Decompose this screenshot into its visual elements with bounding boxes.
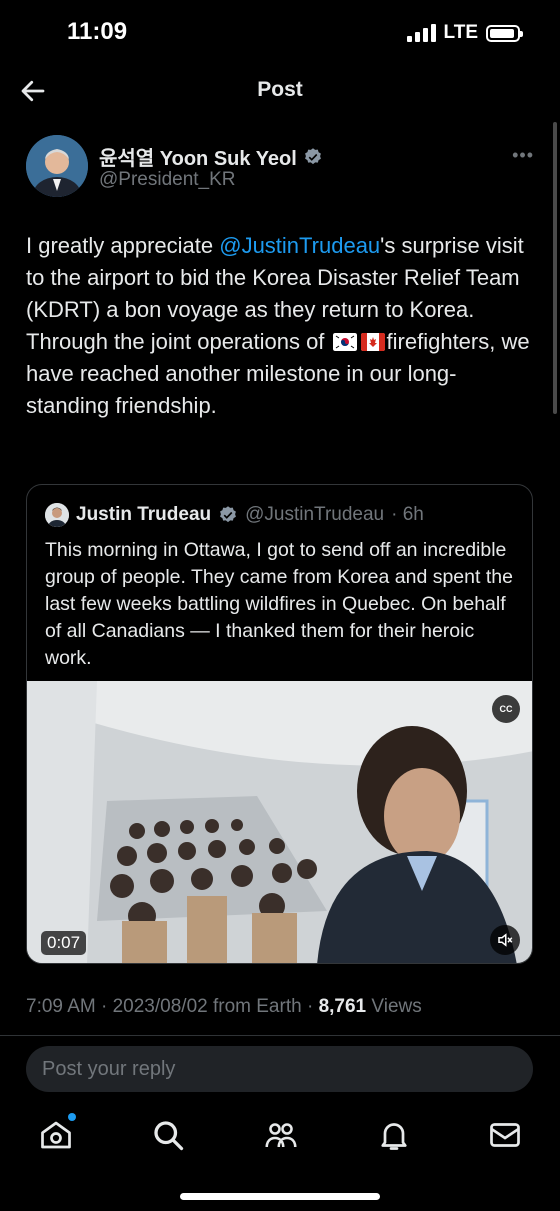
verified-badge-icon (304, 147, 321, 164)
video-player[interactable]: CC 0:07 (27, 681, 532, 963)
canada-flag-icon (360, 333, 385, 351)
video-frame (27, 681, 532, 963)
author-handle[interactable]: @President_KR (99, 169, 236, 191)
tab-search[interactable] (150, 1117, 186, 1153)
notification-dot (68, 1113, 76, 1121)
page-title: Post (257, 78, 303, 101)
views-label: Views (371, 996, 422, 1017)
signal-icon (406, 24, 436, 42)
tab-notifications[interactable] (376, 1117, 412, 1153)
tab-communities[interactable] (263, 1117, 299, 1153)
quoted-author-name: Justin Trudeau (76, 504, 212, 525)
mute-icon (498, 933, 513, 947)
battery-icon (486, 24, 523, 42)
post-paragraph-2: Through the joint operations of firefigh… (26, 326, 536, 422)
post-date: · 2023/08/02 from Earth · (101, 996, 314, 1017)
post-time: 7:09 AM (26, 996, 96, 1017)
bell-icon (381, 1123, 407, 1150)
quoted-post-time: · 6h (391, 504, 424, 525)
avatar[interactable] (26, 135, 88, 197)
quoted-avatar (45, 503, 69, 527)
quoted-post[interactable]: Justin Trudeau @JustinTrudeau · 6h This … (26, 484, 533, 964)
verified-badge-icon (220, 506, 237, 523)
top-bar: Post (0, 64, 560, 120)
quoted-post-text: This morning in Ottawa, I got to send of… (45, 539, 513, 669)
home-icon (41, 1121, 71, 1149)
video-duration: 0:07 (41, 931, 87, 955)
post-author: 윤석열 Yoon Suk Yeol @President_KR ••• (26, 135, 536, 199)
network-label: LTE (443, 22, 478, 43)
divider (0, 1035, 560, 1036)
quoted-post-header: Justin Trudeau @JustinTrudeau · 6h (45, 503, 424, 527)
post-text-segment: Through the joint operations of (26, 329, 331, 354)
post-text-segment: I greatly appreciate (26, 233, 220, 258)
scroll-indicator[interactable] (553, 122, 557, 414)
post-text: I greatly appreciate @JustinTrudeau's su… (26, 230, 536, 422)
post-paragraph-1: I greatly appreciate @JustinTrudeau's su… (26, 230, 536, 326)
mute-button[interactable] (490, 925, 520, 955)
mail-icon (490, 1123, 520, 1147)
more-options-icon[interactable]: ••• (512, 145, 534, 166)
view-count: 8,761 (318, 996, 367, 1017)
status-time: 11:09 (67, 18, 128, 45)
communities-icon (265, 1123, 297, 1148)
tab-messages[interactable] (487, 1117, 523, 1153)
author-name-line: 윤석열 Yoon Suk Yeol (99, 142, 323, 171)
reply-input[interactable] (26, 1046, 533, 1092)
quoted-author-handle: @JustinTrudeau (245, 504, 385, 525)
post-meta: 7:09 AM · 2023/08/02 from Earth · 8,761 … (26, 996, 422, 1018)
home-indicator[interactable] (180, 1193, 380, 1200)
author-name[interactable]: 윤석열 Yoon Suk Yeol (99, 142, 297, 171)
status-right: LTE (406, 22, 523, 44)
south-korea-flag-icon (332, 333, 357, 351)
status-bar: 11:09 LTE (0, 0, 560, 64)
mention-link[interactable]: @JustinTrudeau (219, 233, 380, 258)
search-icon (154, 1121, 184, 1151)
captions-button[interactable]: CC (492, 695, 520, 723)
tab-home[interactable] (38, 1113, 76, 1153)
